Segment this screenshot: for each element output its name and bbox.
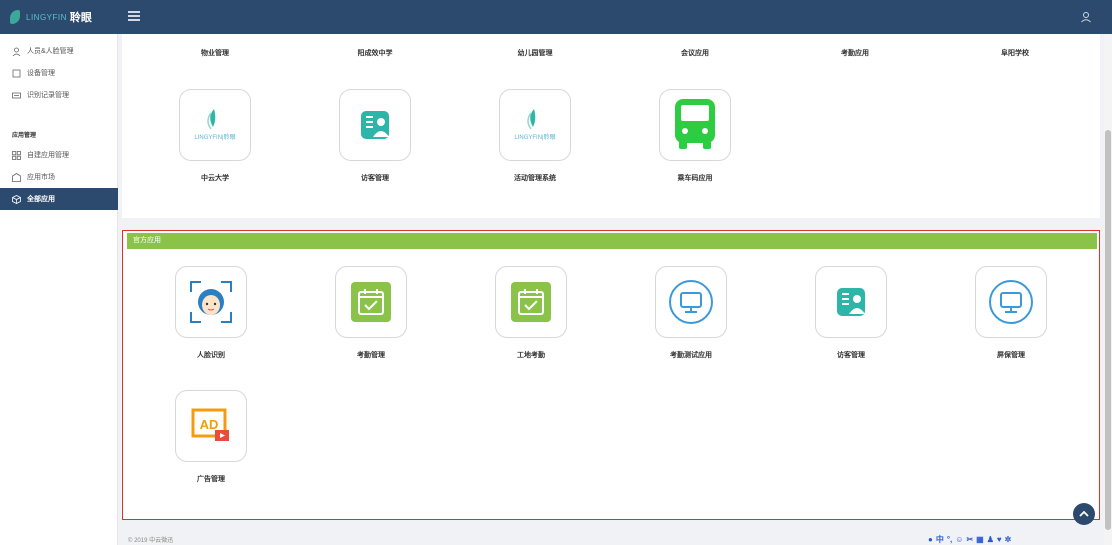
app-label[interactable]: 物业管理 — [160, 48, 270, 58]
ime-logo-icon[interactable]: ● — [928, 535, 933, 544]
monitor-icon — [975, 266, 1047, 338]
app-tile[interactable]: 考勤测试应用 — [636, 266, 746, 386]
bus-icon — [659, 89, 731, 161]
app-name: 访客管理 — [837, 352, 865, 359]
app-tile[interactable]: 工地考勤 — [476, 266, 586, 386]
top-navbar: LINGYFIN 聆眼 — [0, 0, 1112, 34]
brand-logo[interactable]: LINGYFIN 聆眼 — [0, 0, 120, 34]
svg-text:LINGYFIN|聆眼: LINGYFIN|聆眼 — [514, 133, 555, 141]
record-icon — [12, 92, 21, 98]
app-tile[interactable]: LINGYFIN|聆眼 活动管理系统 — [480, 89, 590, 209]
user-icon[interactable] — [1080, 11, 1092, 23]
sidebar-item-app-market[interactable]: 应用市场 — [0, 166, 118, 188]
app-name: 中云大学 — [201, 175, 229, 182]
app-tile[interactable]: AD 广告管理 — [156, 390, 266, 510]
sidebar-item-records[interactable]: 识别记录管理 — [0, 84, 118, 106]
ime-toolbar[interactable]: ● 中 °, ☺ ✂ ▦ ♟ ♥ ✲ — [928, 533, 1056, 545]
sidebar: 人员&人脸管理 设备管理 识别记录管理 应用管理 自建应用管理 应用市场 全部应… — [0, 34, 118, 545]
sidebar-item-people-faces[interactable]: 人员&人脸管理 — [0, 40, 118, 62]
sidebar-item-label: 全部应用 — [27, 196, 55, 203]
grid-icon — [12, 150, 21, 160]
shirt-icon[interactable]: ♥ — [997, 535, 1002, 544]
app-name: 活动管理系统 — [514, 175, 556, 182]
settings-gear-icon[interactable]: ✲ — [1005, 535, 1012, 544]
emoji-icon[interactable]: ☺ — [955, 535, 963, 544]
calendar-check-icon — [335, 266, 407, 338]
calendar-check-icon — [495, 266, 567, 338]
ad-icon: AD — [175, 390, 247, 462]
scrollbar-thumb[interactable] — [1105, 130, 1111, 530]
app-tile[interactable]: 考勤管理 — [316, 266, 426, 386]
logo-text: LINGYFIN — [26, 12, 67, 22]
app-tile[interactable]: 访客管理 — [320, 89, 430, 209]
logo-leaf-icon — [10, 10, 20, 24]
ime-language-toggle[interactable]: 中 — [936, 534, 944, 545]
sidebar-item-label: 人员&人脸管理 — [27, 48, 74, 55]
lingyfin-logo-icon: LINGYFIN|聆眼 — [179, 89, 251, 161]
app-tile[interactable]: 访客管理 — [796, 266, 906, 386]
official-apps-header: 官方应用 — [127, 233, 1097, 249]
svg-text:LINGYFIN|聆眼: LINGYFIN|聆眼 — [194, 133, 235, 141]
app-name: 考勤测试应用 — [670, 352, 712, 359]
user-skin-icon[interactable]: ♟ — [987, 535, 994, 544]
sidebar-item-devices[interactable]: 设备管理 — [0, 62, 118, 84]
chevron-up-icon — [1079, 510, 1089, 517]
vertical-scrollbar[interactable] — [1104, 34, 1112, 545]
device-icon — [12, 69, 21, 77]
sidebar-item-label: 设备管理 — [27, 70, 55, 77]
monitor-icon — [655, 266, 727, 338]
sidebar-item-label: 识别记录管理 — [27, 92, 69, 99]
app-tile[interactable]: 屏保管理 — [956, 266, 1066, 386]
app-label[interactable]: 阳成效中学 — [320, 48, 430, 58]
sidebar-item-all-apps[interactable]: 全部应用 — [0, 188, 118, 210]
app-tile[interactable]: 乘车码应用 — [640, 89, 750, 209]
official-apps-panel: 官方应用 人脸识别 考勤管理 工地考勤 考勤测试应用 访客管理 屏保管理 AD … — [122, 230, 1100, 520]
app-label[interactable]: 幼儿园管理 — [480, 48, 590, 58]
visitor-icon — [339, 89, 411, 161]
logo-cn: 聆眼 — [69, 12, 92, 24]
app-name: 考勤管理 — [357, 352, 385, 359]
keyboard-icon[interactable]: ▦ — [976, 535, 984, 544]
app-tile[interactable]: 人脸识别 — [156, 266, 266, 386]
app-tile[interactable]: LINGYFIN|聆眼 中云大学 — [160, 89, 270, 209]
face-recognition-icon — [175, 266, 247, 338]
tools-icon[interactable]: ✂ — [966, 535, 973, 544]
app-name: 乘车码应用 — [677, 175, 713, 182]
scroll-to-top-button[interactable] — [1073, 503, 1095, 525]
app-label[interactable]: 考勤应用 — [800, 48, 910, 58]
app-name: 工地考勤 — [517, 352, 545, 359]
cube-icon — [12, 194, 21, 204]
svg-text:AD: AD — [200, 417, 219, 432]
app-label[interactable]: 会议应用 — [640, 48, 750, 58]
app-label[interactable]: 阜阳学校 — [960, 48, 1070, 58]
app-name: 广告管理 — [197, 476, 225, 483]
person-icon — [12, 47, 21, 56]
footer-copyright: © 2019 中云微迅 — [128, 538, 174, 544]
lingyfin-logo-icon: LINGYFIN|聆眼 — [499, 89, 571, 161]
sidebar-item-custom-apps[interactable]: 自建应用管理 — [0, 144, 118, 166]
visitor-icon — [815, 266, 887, 338]
main-content: 物业管理 阳成效中学 幼儿园管理 会议应用 考勤应用 阜阳学校 LINGYFIN… — [118, 34, 1104, 545]
app-name: 人脸识别 — [197, 352, 225, 359]
apps-panel-top: 物业管理 阳成效中学 幼儿园管理 会议应用 考勤应用 阜阳学校 LINGYFIN… — [122, 34, 1100, 218]
sidebar-item-label: 应用市场 — [27, 174, 55, 181]
sidebar-section-title: 应用管理 — [12, 133, 37, 139]
app-name: 屏保管理 — [997, 352, 1025, 359]
punctuation-icon[interactable]: °, — [947, 535, 952, 544]
app-name: 访客管理 — [361, 175, 389, 182]
store-icon — [12, 172, 21, 182]
menu-toggle-icon[interactable] — [128, 11, 140, 21]
sidebar-item-label: 自建应用管理 — [27, 152, 69, 159]
